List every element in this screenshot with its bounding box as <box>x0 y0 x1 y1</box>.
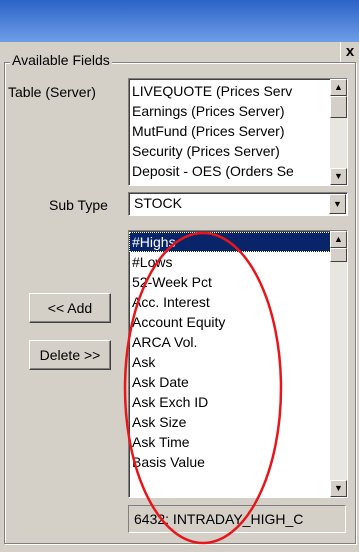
table-server-label: Table (Server) <box>8 84 96 100</box>
table-server-item[interactable]: MutFund (Prices Server) <box>129 121 347 141</box>
table-server-scrollbar[interactable]: ▲ ▼ <box>330 79 347 185</box>
scroll-up-icon[interactable]: ▲ <box>330 231 347 248</box>
field-list-item[interactable]: Account Equity <box>129 312 347 332</box>
fields-list[interactable]: #Highs #Lows 52-Week Pct Acc. Interest Accou… <box>128 230 348 498</box>
fields-scrollbar[interactable]: ▲ ▼ <box>330 231 347 497</box>
title-bar <box>0 0 359 42</box>
scroll-up-icon[interactable]: ▲ <box>330 79 347 96</box>
delete-button[interactable]: Delete >> <box>29 340 111 370</box>
table-server-item[interactable]: Earnings (Prices Server) <box>129 101 347 121</box>
field-list-item[interactable]: #Highs <box>129 232 347 252</box>
field-list-item[interactable]: Basis Value <box>129 452 347 472</box>
field-list-item[interactable]: #Lows <box>129 252 347 272</box>
add-button[interactable]: << Add <box>29 293 111 323</box>
scroll-thumb[interactable] <box>330 96 347 118</box>
close-icon: x <box>345 43 355 60</box>
scroll-down-icon[interactable]: ▼ <box>330 480 347 497</box>
field-id-display: 6432: INTRADAY_HIGH_C <box>128 505 346 533</box>
sub-type-value: STOCK <box>134 195 182 211</box>
sub-type-label: Sub Type <box>49 197 108 213</box>
table-server-item[interactable]: Deposit - OES (Orders Se <box>129 161 347 181</box>
table-server-item[interactable]: LIVEQUOTE (Prices Serv <box>129 81 347 101</box>
field-list-item[interactable]: ARCA Vol. <box>129 332 347 352</box>
table-server-item[interactable]: Security (Prices Server) <box>129 141 347 161</box>
available-fields-legend: Available Fields <box>10 52 112 68</box>
field-list-item[interactable]: 52-Week Pct <box>129 272 347 292</box>
field-list-item[interactable]: Ask Exch ID <box>129 392 347 412</box>
field-list-item[interactable]: Ask Time <box>129 432 347 452</box>
scroll-thumb[interactable] <box>330 248 347 262</box>
field-list-item[interactable]: Ask Size <box>129 412 347 432</box>
chevron-down-icon[interactable]: ▼ <box>329 194 346 214</box>
table-server-list[interactable]: LIVEQUOTE (Prices Serv Earnings (Prices S… <box>128 78 348 186</box>
field-list-item[interactable]: Acc. Interest <box>129 292 347 312</box>
field-list-item[interactable]: Ask <box>129 352 347 372</box>
sub-type-combobox[interactable]: STOCK ▼ <box>128 192 348 216</box>
field-list-item[interactable]: Ask Date <box>129 372 347 392</box>
close-button[interactable]: x <box>340 42 359 62</box>
scroll-down-icon[interactable]: ▼ <box>330 168 347 185</box>
